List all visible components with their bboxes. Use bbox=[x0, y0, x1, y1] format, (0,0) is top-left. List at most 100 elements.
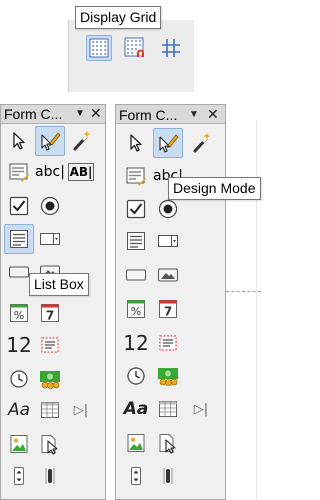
list-box-tooltip: List Box bbox=[29, 273, 89, 296]
design-mode-button[interactable] bbox=[35, 126, 65, 156]
select-tool-button[interactable] bbox=[4, 126, 34, 156]
date-glyph: 7 bbox=[46, 309, 54, 323]
radio-button-icon bbox=[158, 199, 178, 219]
file-select-icon bbox=[41, 435, 58, 455]
design-mode-icon bbox=[41, 132, 61, 151]
label-field-button[interactable]: AB| bbox=[66, 157, 96, 187]
numeric-field-button[interactable]: 12 bbox=[4, 330, 34, 360]
file-selection-button[interactable] bbox=[35, 429, 65, 459]
font-work-button[interactable]: Aa bbox=[4, 395, 34, 425]
formatted-field-button[interactable] bbox=[35, 330, 65, 360]
navigation-bar-button[interactable]: ▷| bbox=[66, 395, 96, 425]
file-select-icon bbox=[159, 434, 176, 454]
snap-to-grid-button[interactable] bbox=[122, 35, 148, 61]
formatted-field-button[interactable] bbox=[153, 328, 183, 358]
navigation-bar-button[interactable]: ▷| bbox=[186, 394, 216, 424]
time-field-button[interactable] bbox=[121, 361, 151, 391]
check-box-button[interactable] bbox=[121, 194, 151, 224]
option-button-button[interactable] bbox=[153, 194, 183, 224]
pointer-arrow-icon bbox=[13, 132, 25, 150]
wizards-button[interactable] bbox=[186, 128, 216, 158]
close-icon[interactable]: ✕ bbox=[207, 106, 219, 123]
scroll-bar-button[interactable] bbox=[153, 461, 183, 491]
table-control-button[interactable] bbox=[35, 395, 65, 425]
list-box-icon bbox=[10, 230, 28, 248]
table-icon bbox=[41, 402, 59, 418]
formatted-field-icon bbox=[159, 335, 177, 351]
table-control-button[interactable] bbox=[153, 394, 183, 424]
pattern-field-icon: % bbox=[10, 304, 28, 322]
list-box-button[interactable] bbox=[4, 224, 34, 254]
spin-button-button[interactable] bbox=[4, 461, 34, 491]
form-design-button[interactable] bbox=[4, 157, 34, 187]
scroll-bar-button[interactable] bbox=[35, 461, 65, 491]
text-box-icon: abc| bbox=[35, 164, 65, 180]
panel-menu-icon[interactable]: ▼ bbox=[189, 107, 199, 123]
form-icon bbox=[126, 167, 146, 186]
checkbox-icon bbox=[9, 196, 29, 216]
spin-button-button[interactable] bbox=[121, 461, 151, 491]
pattern-field-button[interactable]: % bbox=[4, 298, 34, 328]
font-work-button[interactable]: Aa bbox=[121, 394, 151, 424]
close-icon[interactable]: ✕ bbox=[90, 105, 102, 122]
image-icon bbox=[127, 434, 145, 452]
formatted-field-icon bbox=[41, 337, 59, 353]
form-icon bbox=[9, 163, 29, 182]
helplines-button[interactable] bbox=[158, 35, 184, 61]
font-aa-icon: Aa bbox=[123, 399, 149, 419]
combo-box-icon bbox=[158, 235, 178, 247]
image-button-button[interactable] bbox=[153, 260, 183, 290]
pointer-arrow-icon bbox=[130, 134, 142, 152]
image-control-button[interactable] bbox=[4, 429, 34, 459]
push-button-icon bbox=[9, 266, 29, 278]
image-button-icon bbox=[158, 268, 178, 282]
pattern-field-button[interactable]: % bbox=[121, 294, 151, 324]
image-icon bbox=[10, 435, 28, 453]
pattern-glyph: % bbox=[14, 309, 24, 322]
navigation-icon: ▷| bbox=[193, 401, 209, 417]
panel-menu-icon[interactable]: ▼ bbox=[75, 106, 85, 122]
design-mode-button[interactable] bbox=[153, 128, 183, 158]
numeric-field-icon: 12 bbox=[123, 331, 149, 355]
time-field-button[interactable] bbox=[4, 364, 34, 394]
scrollbar-icon bbox=[45, 468, 55, 484]
currency-field-button[interactable] bbox=[35, 364, 65, 394]
snap-grid-icon bbox=[124, 37, 144, 57]
panel-title: Form C... bbox=[4, 106, 63, 122]
date-field-button[interactable]: 7 bbox=[153, 294, 183, 324]
combo-box-button[interactable] bbox=[35, 224, 65, 254]
push-button-icon bbox=[126, 269, 146, 281]
table-icon bbox=[159, 401, 177, 417]
grid-icon bbox=[89, 38, 109, 58]
date-glyph: 7 bbox=[164, 305, 172, 319]
clock-icon bbox=[127, 367, 145, 385]
form-design-button[interactable] bbox=[121, 161, 151, 191]
image-control-button[interactable] bbox=[121, 428, 151, 458]
panel-titlebar: Form C... ▼ ✕ bbox=[116, 105, 225, 124]
currency-icon bbox=[158, 368, 178, 386]
numeric-field-icon: 12 bbox=[6, 333, 32, 357]
scrollbar-icon bbox=[163, 468, 173, 484]
currency-icon bbox=[40, 371, 60, 389]
date-field-button[interactable]: 7 bbox=[35, 298, 65, 328]
select-tool-button[interactable] bbox=[121, 128, 151, 158]
wizards-button[interactable] bbox=[66, 126, 96, 156]
label-field-icon: AB| bbox=[67, 163, 95, 181]
check-box-button[interactable] bbox=[4, 191, 34, 221]
date-field-icon: 7 bbox=[159, 300, 177, 319]
file-selection-button[interactable] bbox=[153, 428, 183, 458]
option-button-button[interactable] bbox=[35, 191, 65, 221]
design-mode-icon bbox=[159, 134, 179, 153]
panel-titlebar: Form C... ▼ ✕ bbox=[1, 105, 105, 124]
display-grid-button[interactable] bbox=[86, 35, 112, 61]
list-box-button[interactable] bbox=[121, 226, 151, 256]
radio-button-icon bbox=[40, 196, 60, 216]
combo-box-icon bbox=[40, 233, 60, 245]
combo-box-button[interactable] bbox=[153, 226, 183, 256]
numeric-field-button[interactable]: 12 bbox=[121, 328, 151, 358]
currency-field-button[interactable] bbox=[153, 361, 183, 391]
text-box-button[interactable]: abc| bbox=[35, 157, 65, 187]
push-button-button[interactable] bbox=[121, 260, 151, 290]
checkbox-icon bbox=[126, 199, 146, 219]
font-aa-icon: Aa bbox=[7, 400, 31, 420]
